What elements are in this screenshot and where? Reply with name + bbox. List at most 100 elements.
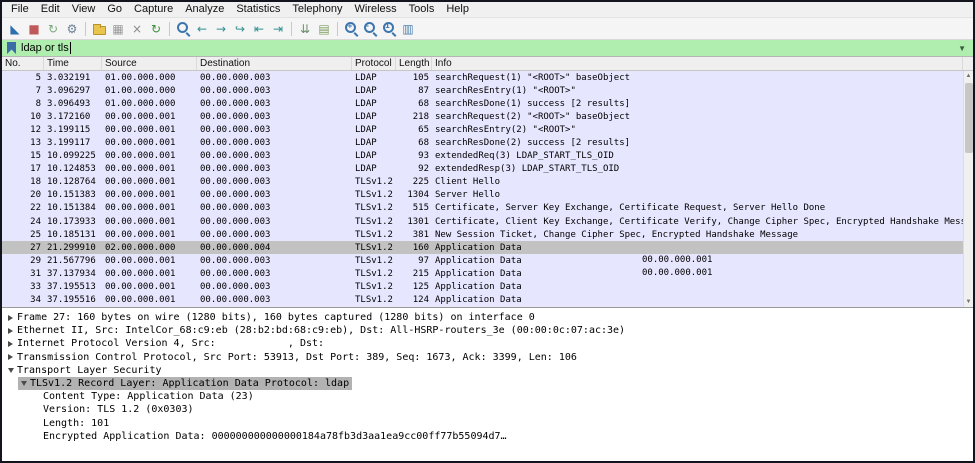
- cell-src: 00.00.000.001: [105, 295, 176, 306]
- expand-arrow-icon[interactable]: [8, 341, 17, 347]
- menu-analyze[interactable]: Analyze: [179, 2, 230, 17]
- packet-row[interactable]: 34 37.195516 00.00.000.001 00.00.000.003 TLS…: [2, 293, 963, 307]
- menu-tools[interactable]: Tools: [403, 2, 441, 17]
- packet-row[interactable]: 13 3.199117 00.00.000.001 00.00.000.003 LDAP…: [2, 136, 963, 150]
- detail-line[interactable]: Transmission Control Protocol, Src Port:…: [2, 351, 973, 364]
- restart-capture-icon[interactable]: ↻: [44, 20, 62, 38]
- packet-row[interactable]: 20 10.151383 00.00.000.001 00.00.000.003 TLS…: [2, 188, 963, 202]
- zoom-out-icon[interactable]: -: [361, 20, 379, 38]
- menu-telephony[interactable]: Telephony: [286, 2, 348, 17]
- save-file-icon[interactable]: ▦: [109, 20, 127, 38]
- go-forward-icon[interactable]: →: [212, 20, 230, 38]
- packet-row[interactable]: 33 37.195513 00.00.000.001 00.00.000.003 TLS…: [2, 280, 963, 294]
- packet-row[interactable]: 8 3.096493 01.00.000.000 00.00.000.003 LDAP 6…: [2, 97, 963, 111]
- go-to-packet-icon[interactable]: ↪: [231, 20, 249, 38]
- packet-row[interactable]: 18 10.128764 00.00.000.001 00.00.000.003 TLS…: [2, 175, 963, 189]
- menu-file[interactable]: File: [5, 2, 35, 17]
- packet-row[interactable]: 27 21.299910 02.00.000.000 00.00.000.004 TLS…: [2, 241, 963, 255]
- detail-text: Transport Layer Security: [17, 364, 162, 376]
- detail-line[interactable]: TLSv1.2 Record Layer: Application Data P…: [2, 376, 973, 391]
- find-packet-icon[interactable]: [174, 20, 192, 38]
- menu-view[interactable]: View: [66, 2, 102, 17]
- menu-bar: File Edit View Go Capture Analyze Statistics Te…: [2, 2, 973, 18]
- filter-bookmark-icon[interactable]: [7, 42, 16, 54]
- expand-arrow-icon[interactable]: [8, 354, 17, 360]
- detail-line[interactable]: Content Type: Application Data (23): [2, 390, 973, 403]
- detail-line[interactable]: Encrypted Application Data: 000000000000…: [2, 430, 973, 443]
- detail-line[interactable]: Frame 27: 160 bytes on wire (1280 bits),…: [2, 311, 973, 324]
- mag-sub-label: -: [366, 21, 369, 30]
- packet-row[interactable]: 17 10.124853 00.00.000.001 00.00.000.003 LDA…: [2, 162, 963, 176]
- folder-shape: [92, 23, 106, 35]
- close-file-icon[interactable]: ×: [128, 20, 146, 38]
- collapse-arrow-icon[interactable]: [21, 381, 30, 386]
- capture-options-icon[interactable]: ⚙: [63, 20, 81, 38]
- column-header-destination[interactable]: Destination: [197, 57, 352, 70]
- menu-help[interactable]: Help: [440, 2, 475, 17]
- scrollbar-thumb[interactable]: [964, 83, 973, 153]
- packet-row[interactable]: 15 10.099225 00.00.000.001 00.00.000.003 LDA…: [2, 149, 963, 163]
- collapse-arrow-icon[interactable]: [8, 368, 17, 373]
- zoom-original-icon[interactable]: 1: [380, 20, 398, 38]
- packet-row[interactable]: 12 3.199115 00.00.000.001 00.00.000.003 LDAP…: [2, 123, 963, 137]
- packet-row[interactable]: 22 10.151384 00.00.000.001 00.00.000.003 TLS…: [2, 201, 963, 216]
- expand-arrow-icon[interactable]: [8, 315, 17, 321]
- column-header-info[interactable]: Info: [432, 57, 963, 70]
- packet-row[interactable]: 7 3.096297 01.00.000.000 00.00.000.003 LDAP 8…: [2, 84, 963, 98]
- cell-src: 00.00.000.001: [105, 229, 176, 240]
- cell-len: 225: [412, 177, 429, 188]
- cell-time: 3.172160: [47, 111, 91, 122]
- detail-text: TLSv1.2 Record Layer: Application Data P…: [30, 378, 350, 390]
- column-header-time[interactable]: Time: [44, 57, 102, 70]
- packet-row[interactable]: 5 3.032191 01.00.000.000 00.00.000.003 LDAP 1…: [2, 71, 963, 85]
- display-filter-input[interactable]: ldap or tls: [21, 40, 958, 56]
- expand-arrow-icon[interactable]: [8, 328, 17, 334]
- cell-no: 8: [35, 98, 41, 109]
- colorize-icon[interactable]: ▤: [315, 20, 333, 38]
- cell-proto: TLSv1.2: [355, 216, 393, 227]
- cell-src: 00.00.000.001: [105, 164, 176, 175]
- packet-row[interactable]: 29 21.567796 00.00.000.001 00.00.000.003 TLS…: [2, 254, 963, 268]
- scroll-up-icon[interactable]: ▲: [966, 71, 972, 81]
- menu-statistics[interactable]: Statistics: [230, 2, 286, 17]
- wireshark-window: File Edit View Go Capture Analyze Statistics Te…: [0, 0, 975, 463]
- zoom-in-icon[interactable]: +: [342, 20, 360, 38]
- detail-line[interactable]: Length: 101: [2, 417, 973, 430]
- cell-proto: LDAP: [355, 138, 377, 149]
- scroll-down-icon[interactable]: ▼: [966, 297, 972, 307]
- start-capture-icon[interactable]: ◣: [6, 20, 24, 38]
- auto-scroll-icon[interactable]: ⇊: [296, 20, 314, 38]
- column-header-source[interactable]: Source: [102, 57, 197, 70]
- go-back-icon[interactable]: ←: [193, 20, 211, 38]
- detail-line[interactable]: Ethernet II, Src: IntelCor_68:c9:eb (28:…: [2, 324, 973, 337]
- packet-row[interactable]: 31 37.137934 00.00.000.001 00.00.000.003 TLS…: [2, 267, 963, 281]
- cell-dst: 00.00.000.003: [200, 124, 271, 135]
- column-header-protocol[interactable]: Protocol: [352, 57, 396, 70]
- reload-icon[interactable]: ↻: [147, 20, 165, 38]
- menu-go[interactable]: Go: [101, 2, 128, 17]
- stop-capture-icon[interactable]: ■: [25, 20, 43, 38]
- cell-info: Application Data: [435, 242, 522, 253]
- packet-row[interactable]: 10 3.172160 00.00.000.001 00.00.000.003 LDAP…: [2, 110, 963, 124]
- resize-columns-icon[interactable]: ▥: [399, 20, 417, 38]
- toolbar-separator: [337, 21, 338, 36]
- column-header-length[interactable]: Length: [396, 57, 432, 70]
- menu-edit[interactable]: Edit: [35, 2, 66, 17]
- open-file-icon[interactable]: [90, 20, 108, 38]
- packet-row[interactable]: 24 10.173933 00.00.000.001 00.00.000.003 TLS…: [2, 215, 963, 229]
- menu-capture[interactable]: Capture: [128, 2, 179, 17]
- packet-list-scrollbar[interactable]: ▲ ▼: [963, 71, 973, 307]
- column-header-no[interactable]: No.: [2, 57, 44, 70]
- menu-wireless[interactable]: Wireless: [349, 2, 403, 17]
- last-packet-icon[interactable]: ⇥: [269, 20, 287, 38]
- detail-line[interactable]: Version: TLS 1.2 (0x0303): [2, 403, 973, 416]
- detail-text: Encrypted Application Data: 000000000000…: [43, 430, 507, 442]
- detail-line[interactable]: Transport Layer Security: [2, 364, 973, 377]
- first-packet-icon[interactable]: ⇤: [250, 20, 268, 38]
- cell-src: 00.00.000.001: [105, 216, 176, 227]
- packet-row[interactable]: 25 10.185131 00.00.000.001 00.00.000.003 TLS…: [2, 228, 963, 242]
- filter-dropdown-icon[interactable]: ▼: [958, 44, 966, 53]
- cell-src: 01.00.000.000: [105, 85, 176, 96]
- cell-dst: 00.00.000.003: [200, 190, 271, 201]
- detail-line[interactable]: Internet Protocol Version 4, Src: , Dst:: [2, 337, 973, 350]
